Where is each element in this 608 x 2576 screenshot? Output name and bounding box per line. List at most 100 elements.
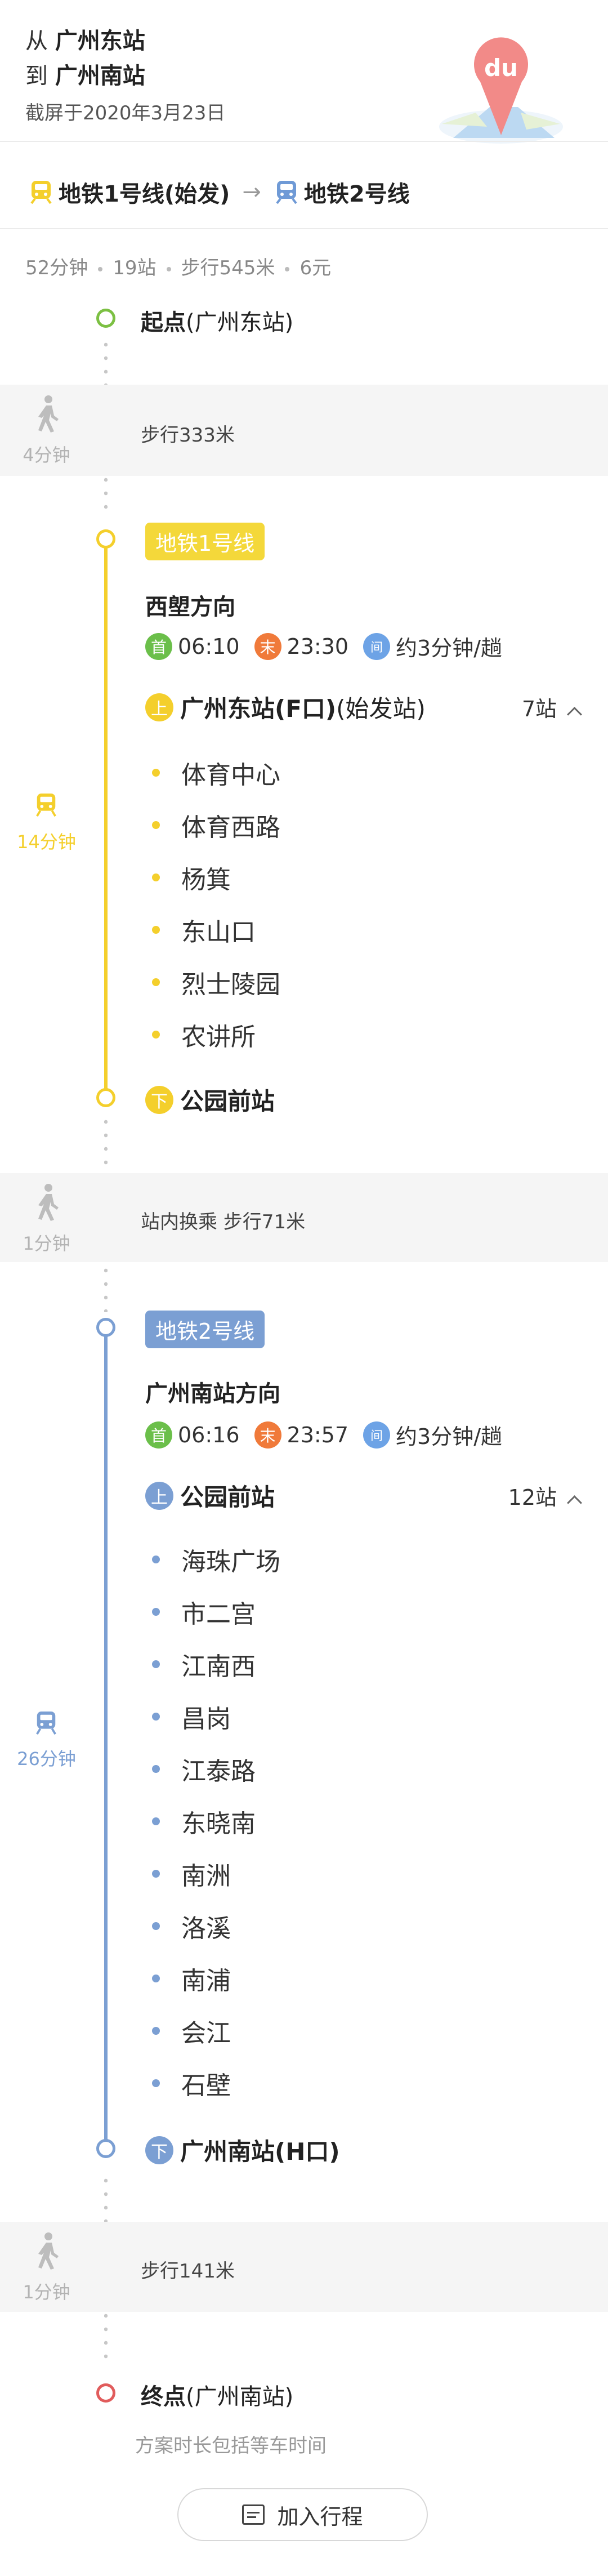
stop-dot [152,978,160,986]
stop-item: 体育中心 [152,755,280,791]
stop-dot [152,873,160,881]
stop-item: 东山口 [152,912,256,948]
line2-duration: 26分钟 [17,1748,76,1770]
stop-name: 市二宫 [181,1600,256,1629]
screenshot-date: 截屏于2020年3月23日 [25,102,226,124]
stop-dot [152,1922,160,1930]
start-label: 起点(广州东站) [141,310,294,336]
stop-dot [152,2027,160,2035]
calendar-icon [242,2504,265,2525]
line1-badge: 地铁1号线 [145,523,265,560]
chevron-up-icon [567,1495,582,1510]
first-train-icon: 首 [145,1421,172,1449]
line1-track [104,540,108,1097]
stop-item: 南洲 [152,1856,231,1892]
line2-track [104,1329,108,2149]
stop-dot [152,2079,160,2087]
board-icon: 上 [145,1481,173,1510]
stop-name: 南洲 [181,1862,231,1891]
line1-alight-marker [96,1088,115,1107]
first-train-icon: 首 [145,632,172,660]
stop-name: 南浦 [181,1967,231,1995]
walk-icon [38,2232,59,2270]
line1-direction: 西塱方向 [145,594,235,620]
stop-name: 农讲所 [181,1023,256,1051]
stop-item: 杨箕 [152,859,231,895]
line2-direction: 广州南站方向 [145,1381,280,1407]
stop-name: 烈士陵园 [181,970,280,999]
line1-schedule: 首 06:10 末 23:30 间约3分钟/趟 [145,631,502,662]
summary-walk: 步行545米 [181,257,275,279]
from-prefix: 从 [25,28,48,54]
transfer-duration: 1分钟 [23,1233,70,1254]
line2-alight-station: 下 广州南站(H口) [145,2133,340,2167]
stop-name: 昌岗 [181,1705,231,1733]
walk-duration: 1分钟 [23,2281,70,2303]
route-line1: 地铁1号线(始发) [59,181,230,207]
stop-dot [152,1975,160,1982]
stop-item: 石壁 [152,2065,231,2101]
line1-board-station: 上 广州东站(F口) (始发站) [145,690,426,724]
to-line: 到 广州南站 [25,57,145,90]
interval-icon: 间 [363,1421,391,1449]
start-marker [96,309,115,328]
walk-icon [38,1184,59,1221]
add-trip-label: 加入行程 [277,2504,363,2529]
baidu-maps-logo: du [439,37,563,144]
stop-dot [152,1817,160,1825]
alight-icon: 下 [145,2136,173,2164]
stop-name: 杨箕 [181,866,231,894]
stop-dot [152,1608,160,1616]
route-line2: 地铁2号线 [303,181,410,207]
board-icon: 上 [145,693,173,721]
line1-duration: 14分钟 [17,831,76,853]
divider [0,141,608,142]
chevron-up-icon [567,707,582,722]
walk-icon [38,395,59,433]
stop-item: 洛溪 [152,1908,231,1944]
stop-dot [152,926,160,934]
to-prefix: 到 [25,63,48,89]
stop-dot [152,1713,160,1721]
stop-name: 海珠广场 [181,1548,280,1576]
stop-item: 农讲所 [152,1017,256,1053]
stop-name: 会江 [181,2019,231,2048]
add-trip-button[interactable]: 加入行程 [177,2488,428,2541]
stop-item: 体育西路 [152,807,280,843]
stop-name: 洛溪 [181,1914,231,1943]
route-arrow: → [242,179,261,205]
walk-distance: 步行141米 [141,2260,235,2283]
from-station: 广州东站 [55,28,145,54]
line1-alight-station: 下 公园前站 [145,1082,275,1117]
stop-name: 江南西 [181,1652,256,1681]
alight-icon: 下 [145,1085,173,1114]
from-line: 从 广州东站 [25,23,145,55]
stop-item: 东晓南 [152,1803,256,1839]
route-summary: 52分钟 19站 步行545米 6元 [25,252,331,280]
divider [0,228,608,229]
stop-item: 市二宫 [152,1594,256,1630]
line1-stop-toggle[interactable]: 7站 [522,692,582,723]
stop-item: 昌岗 [152,1699,231,1735]
stop-dot [152,1031,160,1039]
stop-dot [152,1660,160,1668]
to-station: 广州南站 [55,63,145,89]
last-train-icon: 末 [254,1421,281,1449]
stop-name: 东山口 [181,918,256,947]
summary-duration: 52分钟 [25,257,88,279]
logo-text: du [484,54,518,82]
stop-dot [152,1556,160,1563]
line2-board-marker [96,1318,115,1337]
transfer-text: 站内换乘 步行71米 [141,1211,306,1233]
end-marker [96,2383,115,2403]
stop-item: 江泰路 [152,1751,256,1787]
stop-dot [152,769,160,777]
line2-board-station: 上 公园前站 [145,1478,275,1513]
line2-stop-toggle[interactable]: 12站 [508,1480,582,1511]
footer-note: 方案时长包括等车时间 [135,2435,327,2457]
line2-alight-marker [96,2139,115,2158]
subway-icon [36,793,56,817]
route-title: 地铁1号线(始发) → 地铁2号线 [28,176,410,208]
stop-item: 海珠广场 [152,1541,280,1577]
stop-item: 南浦 [152,1960,231,1996]
